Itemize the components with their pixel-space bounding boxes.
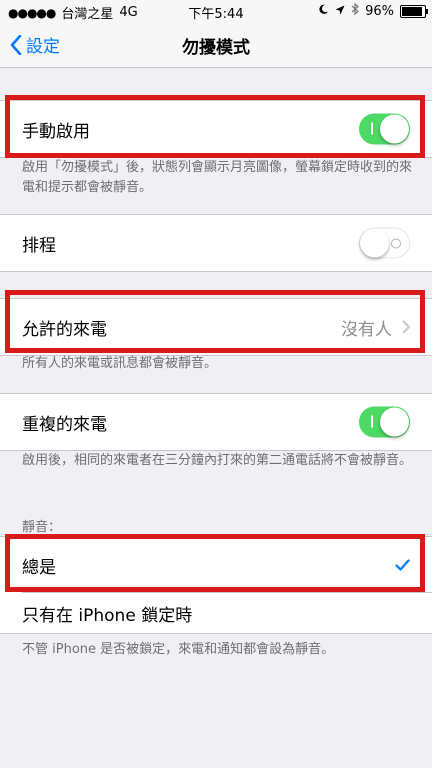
allow-calls-row[interactable]: 允許的來電 沒有人: [0, 298, 432, 356]
silence-option-locked[interactable]: 只有在 iPhone 鎖定時: [0, 593, 432, 634]
silence-option-locked-label: 只有在 iPhone 鎖定時: [22, 605, 193, 626]
schedule-row: 排程: [0, 214, 432, 272]
repeated-calls-toggle[interactable]: [359, 406, 410, 438]
location-arrow-icon: [335, 4, 345, 19]
page-title: 勿擾模式: [182, 38, 250, 58]
battery-percent: 96%: [365, 3, 394, 19]
manual-enable-toggle[interactable]: [359, 113, 410, 145]
checkmark-icon: [395, 559, 410, 571]
moon-icon: [318, 4, 329, 19]
silence-section-header: 靜音：: [22, 520, 62, 535]
disclosure-chevron-icon: [402, 320, 410, 334]
allow-calls-label: 允許的來電: [22, 319, 107, 340]
repeated-calls-label: 重複的來電: [22, 414, 107, 435]
silence-footer: 不管 iPhone 是否被鎖定，來電和通知都會設為靜音。: [22, 642, 335, 657]
allow-calls-value-wrap: 沒有人: [341, 315, 410, 340]
manual-enable-row: 手動啟用: [0, 100, 432, 158]
manual-enable-footer: 啟用「勿擾模式」後，狀態列會顯示月亮圖像，螢幕鎖定時收到的來電和提示都會被靜音。: [22, 160, 413, 195]
allow-calls-value: 沒有人: [341, 319, 392, 340]
status-bar: ●●●●● 台灣之星 4G 下午5:44 96%: [0, 0, 432, 22]
allow-calls-footer: 所有人的來電或訊息都會被靜音。: [22, 356, 218, 371]
navigation-bar: 設定 勿擾模式: [0, 22, 432, 68]
silence-option-always-label: 總是: [22, 557, 56, 578]
schedule-toggle[interactable]: [359, 227, 410, 259]
silence-option-always[interactable]: 總是: [0, 536, 432, 593]
bluetooth-icon: [351, 2, 360, 19]
repeated-calls-row: 重複的來電: [0, 393, 432, 451]
battery-icon: [400, 4, 428, 18]
status-right: 96%: [318, 2, 428, 19]
repeated-calls-footer: 啟用後，相同的來電者在三分鐘內打來的第二通電話將不會被靜音。: [22, 453, 413, 468]
manual-enable-label: 手動啟用: [22, 121, 90, 142]
schedule-label: 排程: [22, 235, 56, 256]
